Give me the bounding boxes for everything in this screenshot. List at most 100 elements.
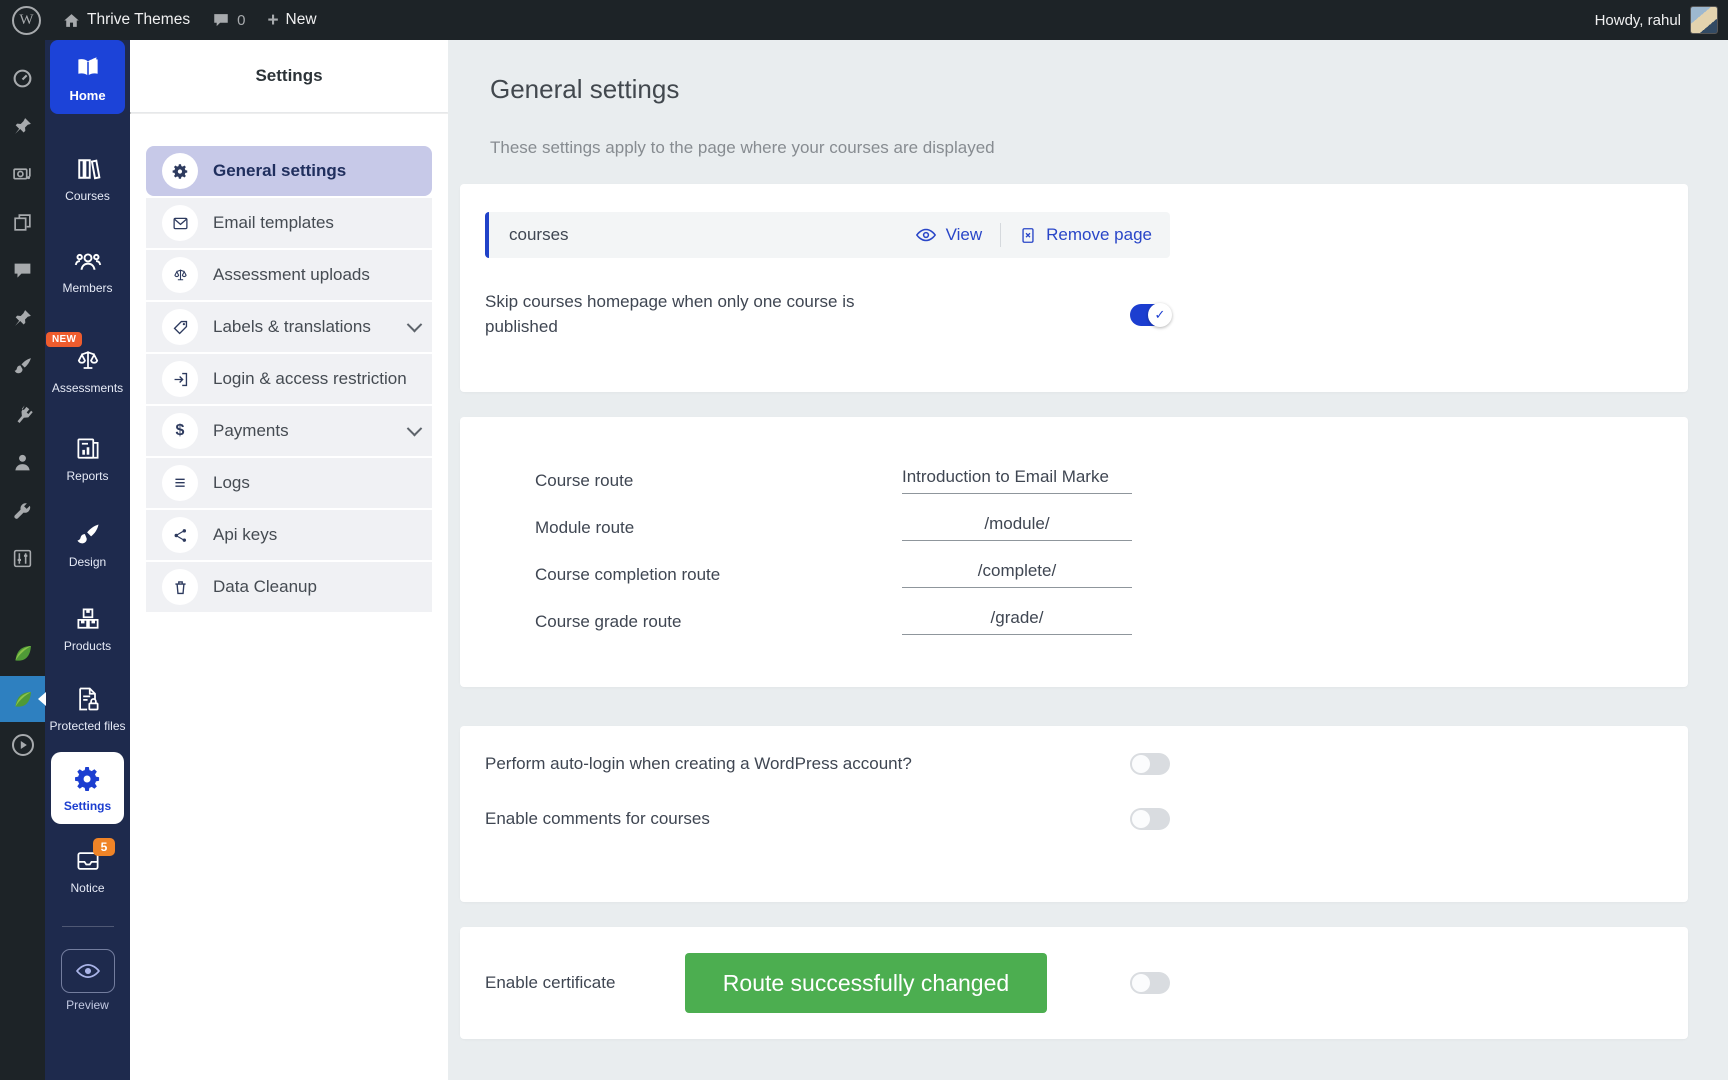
- route-input-course-route[interactable]: [902, 467, 1132, 494]
- wp-menu-appearance[interactable]: [0, 342, 45, 390]
- remove-page-button[interactable]: Remove page: [1019, 225, 1152, 245]
- thrive-item-members[interactable]: Members: [48, 246, 127, 296]
- thrive-item-design[interactable]: Design: [48, 520, 127, 570]
- settings-nav-list: General settings Email templates Assessm…: [146, 146, 432, 612]
- book-icon: [74, 53, 102, 83]
- avatar: [1690, 6, 1718, 34]
- thrive-item-reports[interactable]: Reports: [48, 434, 127, 484]
- wp-menu-video[interactable]: [0, 722, 45, 768]
- wp-menu-pages[interactable]: [0, 198, 45, 246]
- media-icon: [12, 164, 33, 185]
- wp-menu-thrive-dashboard[interactable]: [0, 630, 45, 676]
- route-row-course-grade-route: Course grade route: [485, 598, 1170, 645]
- route-input-course-completion-route[interactable]: [902, 561, 1132, 588]
- eye-icon: [61, 949, 115, 993]
- thrive-item-settings[interactable]: Settings: [51, 752, 124, 824]
- course-page-bar: courses View Remove page: [485, 212, 1170, 258]
- option-toggle-1[interactable]: [1130, 808, 1170, 830]
- brush-icon: [12, 356, 33, 377]
- pin-icon: [12, 116, 33, 137]
- option-toggle-0[interactable]: [1130, 753, 1170, 775]
- view-page-button[interactable]: View: [915, 225, 983, 245]
- wp-menu-media[interactable]: [0, 150, 45, 198]
- option-row-perform-auto-login-when-creating-a-wordp: Perform auto-login when creating a WordP…: [485, 752, 1170, 777]
- nav-item-general-settings[interactable]: General settings: [146, 146, 432, 196]
- success-toast: Route successfully changed: [685, 953, 1047, 1013]
- wp-menu-plugins[interactable]: [0, 390, 45, 438]
- wp-menu-users[interactable]: [0, 438, 45, 486]
- toggle-knob: [1132, 974, 1150, 992]
- thrive-item-preview[interactable]: Preview: [48, 949, 127, 1013]
- skip-homepage-toggle[interactable]: ✓: [1130, 304, 1170, 326]
- wrench-icon: [12, 500, 33, 521]
- wordpress-logo-icon[interactable]: W: [12, 6, 41, 35]
- chevron-down-icon: [407, 316, 423, 332]
- thrive-sidebar: Home Courses Members Assessments NEW Rep…: [45, 40, 130, 1080]
- wp-sidebar: [0, 40, 45, 1080]
- comments-menu[interactable]: 0: [212, 11, 245, 29]
- wp-menu-posts[interactable]: [0, 102, 45, 150]
- thrive-item-home[interactable]: Home: [50, 40, 125, 114]
- leaf-icon: [11, 687, 35, 711]
- wp-menu-comments[interactable]: [0, 246, 45, 294]
- site-menu[interactable]: Thrive Themes: [63, 11, 190, 29]
- cleanup-icon: [162, 569, 198, 605]
- option-row-enable-comments-for-courses: Enable comments for courses: [485, 807, 1170, 832]
- tag-icon: [162, 309, 198, 345]
- chevron-down-icon: [407, 420, 423, 436]
- members-icon: [74, 246, 102, 276]
- notice-count-badge: 5: [93, 838, 115, 856]
- certificate-label: Enable certificate: [485, 971, 615, 996]
- route-input-course-grade-route[interactable]: [902, 608, 1132, 635]
- skip-homepage-label: Skip courses homepage when only one cour…: [485, 290, 905, 339]
- wp-menu-thrive-apprentice[interactable]: [0, 676, 45, 722]
- page-subtitle: These settings apply to the page where y…: [490, 138, 1728, 158]
- logs-icon: ≡: [162, 465, 198, 501]
- users-icon: [12, 452, 33, 473]
- wp-menu-tools[interactable]: [0, 486, 45, 534]
- howdy-text: Howdy, rahul: [1595, 12, 1681, 29]
- nav-item-login-access-restriction[interactable]: Login & access restriction: [146, 354, 432, 404]
- nav-item-data-cleanup[interactable]: Data Cleanup: [146, 562, 432, 612]
- eye-icon: [915, 226, 937, 244]
- new-badge: NEW: [46, 332, 82, 347]
- gauge-icon: [12, 68, 33, 89]
- nav-item-email-templates[interactable]: Email templates: [146, 198, 432, 248]
- thrive-item-assessments[interactable]: Assessments NEW: [48, 346, 127, 396]
- envelope-icon: [162, 205, 198, 241]
- nav-item-payments[interactable]: $ Payments: [146, 406, 432, 456]
- thrive-item-courses[interactable]: Courses: [48, 154, 127, 204]
- pin-icon: [12, 308, 33, 329]
- new-label: New: [286, 11, 317, 29]
- api-icon: [162, 517, 198, 553]
- route-row-course-completion-route: Course completion route: [485, 551, 1170, 598]
- wp-menu-custom-posts[interactable]: [0, 294, 45, 342]
- toggle-knob: [1132, 810, 1150, 828]
- wp-menu-settings[interactable]: [0, 534, 45, 582]
- site-name: Thrive Themes: [87, 11, 190, 29]
- account-menu[interactable]: Howdy, rahul: [1595, 6, 1728, 34]
- scale-icon: [162, 257, 198, 293]
- leaf-icon: [11, 641, 35, 665]
- nav-item-labels-translations[interactable]: Labels & translations: [146, 302, 432, 352]
- nav-item-logs[interactable]: ≡ Logs: [146, 458, 432, 508]
- page-title: General settings: [490, 74, 1728, 105]
- route-input-module-route[interactable]: [902, 514, 1132, 541]
- thrive-item-products[interactable]: Products: [48, 604, 127, 654]
- thrive-item-protected-files[interactable]: Protected files: [48, 684, 127, 734]
- thrive-item-notice[interactable]: Notice 5: [48, 846, 127, 896]
- remove-page-icon: [1019, 226, 1037, 245]
- routes-card: Course route Module route Course complet…: [460, 417, 1688, 687]
- nav-item-api-keys[interactable]: Api keys: [146, 510, 432, 560]
- certificate-toggle[interactable]: [1130, 972, 1170, 994]
- nav-item-assessment-uploads[interactable]: Assessment uploads: [146, 250, 432, 300]
- comments-count: 0: [237, 12, 245, 29]
- sliders-icon: [12, 548, 33, 569]
- wp-menu-dashboard[interactable]: [0, 54, 45, 102]
- design-icon: [74, 520, 102, 550]
- new-menu[interactable]: + New: [267, 11, 316, 30]
- bubble-icon: [12, 260, 33, 281]
- play-icon: [11, 733, 35, 757]
- page-name: courses: [509, 225, 569, 245]
- course-page-card: courses View Remove page: [460, 184, 1688, 392]
